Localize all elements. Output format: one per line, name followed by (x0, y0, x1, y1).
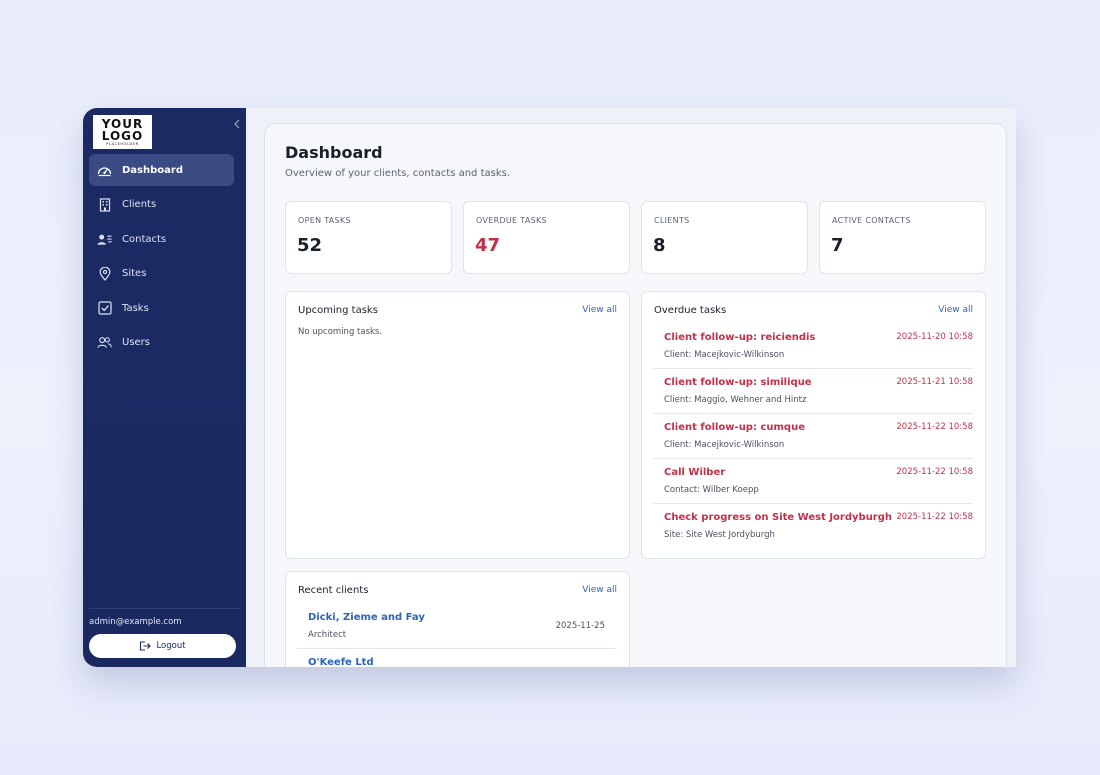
task-title: Check progress on Site West Jordyburgh (664, 512, 893, 523)
task-title: Client follow-up: cumque (664, 422, 805, 433)
stat-value: 47 (475, 235, 501, 256)
sidebar-item-sites[interactable]: Sites (89, 258, 234, 290)
map-pin-icon (97, 266, 112, 281)
empty-state: No upcoming tasks. (298, 327, 383, 337)
stat-active-contacts[interactable]: ACTIVE CONTACTS 7 (819, 201, 986, 274)
overdue-tasks-card: Overdue tasks View all Client follow-up:… (641, 291, 986, 559)
sidebar-item-dashboard[interactable]: Dashboard (89, 154, 234, 186)
building-icon (97, 197, 112, 212)
overdue-view-all-link[interactable]: View all (938, 305, 973, 315)
dashboard-gauge-icon (97, 163, 112, 178)
task-title: Client follow-up: reiciendis (664, 332, 816, 343)
stat-label: OVERDUE TASKS (476, 216, 547, 225)
task-date: 2025-11-22 10:58 (896, 512, 973, 522)
logout-label: Logout (156, 641, 186, 651)
client-row[interactable]: Dicki, Zieme and Fay Architect 2025-11-2… (297, 604, 617, 649)
page-subtitle: Overview of your clients, contacts and t… (285, 168, 511, 179)
stat-value: 7 (831, 235, 844, 256)
logout-button[interactable]: Logout (89, 634, 236, 658)
overdue-task-row[interactable]: Client follow-up: similique 2025-11-21 1… (653, 369, 973, 414)
stat-value: 8 (653, 235, 666, 256)
main-panel: Dashboard Overview of your clients, cont… (264, 123, 1007, 667)
user-email: admin@example.com (89, 617, 182, 627)
sidebar-item-label: Users (122, 337, 151, 349)
page-title: Dashboard (285, 143, 383, 162)
sidebar-item-label: Tasks (122, 302, 149, 314)
client-name: Dicki, Zieme and Fay (308, 612, 425, 623)
stat-open-tasks[interactable]: OPEN TASKS 52 (285, 201, 452, 274)
app-window: YOUR LOGO PLACEHOLDER Dashboard Clients … (83, 108, 1016, 667)
collapse-sidebar-button[interactable] (231, 117, 243, 131)
checkbox-icon (97, 301, 112, 316)
client-industry: Architect (308, 630, 347, 640)
stat-label: ACTIVE CONTACTS (832, 216, 911, 225)
stat-label: OPEN TASKS (298, 216, 351, 225)
task-date: 2025-11-21 10:58 (896, 377, 973, 387)
logo-line1: YOUR (101, 116, 144, 131)
sidebar-item-label: Sites (122, 268, 147, 280)
client-row[interactable]: O'Keefe Ltd (297, 649, 617, 667)
overdue-task-row[interactable]: Check progress on Site West Jordyburgh 2… (653, 504, 973, 549)
recent-clients-card: Recent clients View all Dicki, Zieme and… (285, 571, 630, 667)
task-subject: Client: Macejkovic-Wilkinson (664, 440, 785, 450)
stat-overdue-tasks[interactable]: OVERDUE TASKS 47 (463, 201, 630, 274)
overdue-task-row[interactable]: Client follow-up: cumque 2025-11-22 10:5… (653, 414, 973, 459)
task-date: 2025-11-22 10:58 (896, 467, 973, 477)
overdue-task-row[interactable]: Call Wilber 2025-11-22 10:58 Contact: Wi… (653, 459, 973, 504)
sidebar-item-label: Clients (122, 199, 157, 211)
overdue-task-row[interactable]: Client follow-up: reiciendis 2025-11-20 … (653, 324, 973, 369)
task-title: Call Wilber (664, 467, 726, 478)
task-date: 2025-11-22 10:58 (896, 422, 973, 432)
sidebar-item-users[interactable]: Users (89, 327, 234, 359)
logo-line2: LOGO (101, 128, 144, 143)
sidebar-divider (89, 608, 240, 609)
card-title: Upcoming tasks (298, 305, 378, 316)
sidebar-nav: Dashboard Clients Contacts Sites Tasks U… (89, 154, 234, 362)
task-subject: Contact: Wilber Koepp (664, 485, 759, 495)
task-subject: Site: Site West Jordyburgh (664, 530, 775, 540)
client-date: 2025-11-25 (555, 621, 605, 631)
stat-clients[interactable]: CLIENTS 8 (641, 201, 808, 274)
card-title: Recent clients (298, 585, 369, 596)
upcoming-view-all-link[interactable]: View all (582, 305, 617, 315)
task-title: Client follow-up: similique (664, 377, 812, 388)
stat-value: 52 (297, 235, 323, 256)
logo-line3: PLACEHOLDER (106, 141, 139, 146)
sidebar-item-label: Dashboard (122, 164, 183, 176)
card-title: Overdue tasks (654, 305, 727, 316)
sidebar-item-tasks[interactable]: Tasks (89, 292, 234, 324)
recent-clients-view-all-link[interactable]: View all (582, 585, 617, 595)
logout-icon (140, 641, 152, 651)
task-date: 2025-11-20 10:58 (896, 332, 973, 342)
chevron-left-icon (234, 119, 240, 129)
upcoming-tasks-card: Upcoming tasks View all No upcoming task… (285, 291, 630, 559)
sidebar-item-label: Contacts (122, 233, 167, 245)
users-icon (97, 335, 112, 350)
sidebar: YOUR LOGO PLACEHOLDER Dashboard Clients … (83, 108, 246, 667)
stat-label: CLIENTS (654, 216, 690, 225)
sidebar-item-clients[interactable]: Clients (89, 189, 234, 221)
task-subject: Client: Macejkovic-Wilkinson (664, 350, 785, 360)
task-subject: Client: Maggio, Wehner and Hintz (664, 395, 807, 405)
client-name: O'Keefe Ltd (308, 657, 374, 667)
contacts-icon (97, 232, 112, 247)
logo[interactable]: YOUR LOGO PLACEHOLDER (93, 115, 152, 149)
sidebar-item-contacts[interactable]: Contacts (89, 223, 234, 255)
